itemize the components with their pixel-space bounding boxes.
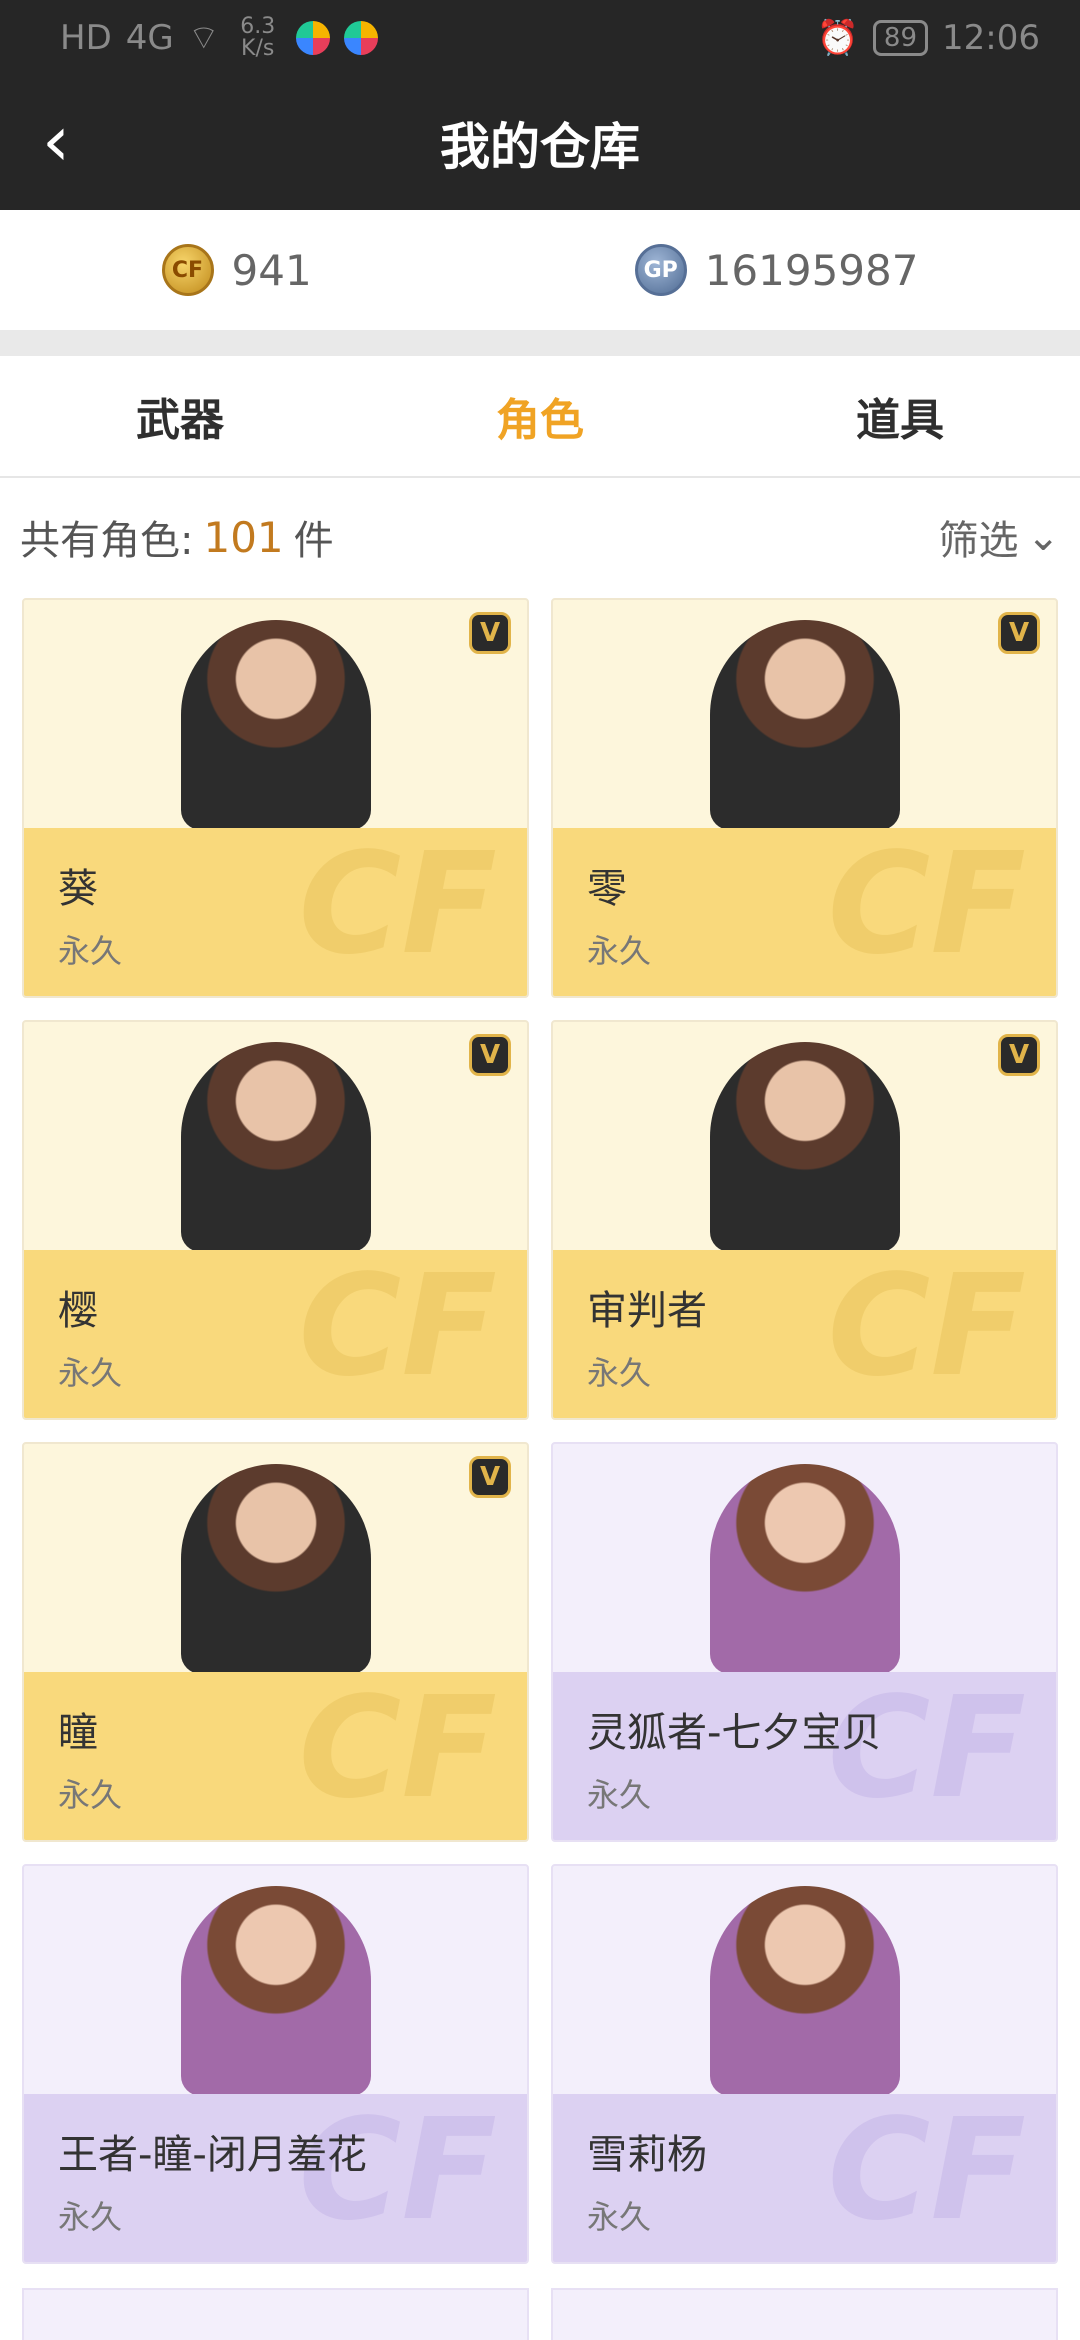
vip-badge-icon: V	[469, 1456, 511, 1498]
character-name: 零	[587, 866, 627, 912]
character-name: 王者-瞳-闭月羞花	[58, 2132, 367, 2178]
character-portrait	[24, 1022, 527, 1252]
filter-label: 筛选	[938, 518, 1019, 564]
summary-row: 共有角色: 101 件 筛选 ⌄	[0, 478, 1080, 596]
character-card[interactable]: CF 灵狐者-七夕宝贝 永久	[551, 1442, 1058, 1842]
character-duration: 永久	[58, 1776, 123, 1814]
vip-badge-icon: V	[469, 612, 511, 654]
character-name: 雪莉杨	[587, 2132, 707, 2178]
alarm-icon: ⏰	[816, 17, 859, 58]
character-image	[180, 1464, 371, 1674]
total-count: 共有角色: 101 件	[20, 508, 334, 566]
filter-button[interactable]: 筛选 ⌄	[938, 508, 1060, 566]
tab-characters[interactable]: 角色	[360, 356, 720, 476]
character-card[interactable]: V CF 瞳 永久	[22, 1442, 529, 1842]
character-portrait	[553, 1866, 1056, 2096]
character-name: 审判者	[587, 1288, 707, 1334]
wifi-icon: ⌔	[187, 18, 220, 58]
page-title: 我的仓库	[440, 117, 640, 176]
character-portrait	[24, 1866, 527, 2096]
character-duration: 永久	[58, 932, 123, 970]
card-info: CF 葵 永久	[24, 823, 527, 996]
clock: 12:06	[942, 17, 1040, 58]
category-tabs: 武器 角色 道具	[0, 356, 1080, 478]
character-image	[180, 1886, 371, 2096]
character-portrait	[24, 1444, 527, 1674]
cf-points: CF 941	[161, 244, 312, 296]
status-right: ⏰ 89 12:06	[817, 18, 1040, 58]
character-name: 樱	[58, 1288, 98, 1334]
character-card[interactable]: V CF 零 永久	[551, 598, 1058, 998]
chevron-down-icon: ⌄	[1026, 514, 1060, 560]
character-portrait	[553, 1022, 1056, 1252]
battery-indicator: 89	[872, 19, 929, 56]
gp-points: GP 16195987	[634, 244, 919, 296]
character-card[interactable]: V CF 樱 永久	[22, 1020, 529, 1420]
character-duration: 永久	[587, 1776, 652, 1814]
section-divider	[0, 330, 1080, 356]
vip-badge-icon: V	[469, 1034, 511, 1076]
gp-coin-icon: GP	[634, 244, 687, 296]
character-grid: V CF 葵 永久 V CF 零 永久 V CF 樱 永久 V CF 审判者 永…	[22, 598, 1058, 2264]
cf-coin-icon: CF	[161, 244, 214, 296]
character-image	[709, 1042, 900, 1252]
cf-points-value: 941	[231, 245, 312, 295]
vip-badge-icon: V	[998, 612, 1040, 654]
character-name: 灵狐者-七夕宝贝	[587, 1710, 882, 1756]
currency-bar: CF 941 GP 16195987	[0, 210, 1080, 330]
character-portrait	[553, 600, 1056, 830]
character-duration: 永久	[587, 1354, 652, 1392]
gp-value: 16195987	[704, 245, 919, 295]
character-image	[709, 620, 900, 830]
app-notification-icon	[295, 20, 330, 55]
character-image	[709, 1464, 900, 1674]
signal-icon: 4G	[125, 17, 174, 58]
character-image	[709, 1886, 900, 2096]
tab-weapons[interactable]: 武器	[0, 356, 360, 476]
tab-items[interactable]: 道具	[720, 356, 1080, 476]
character-image	[180, 620, 371, 830]
total-unit: 件	[293, 518, 334, 564]
character-duration: 永久	[587, 2198, 652, 2236]
character-image	[180, 1042, 371, 1252]
app-header: ‹ 我的仓库	[0, 75, 1080, 210]
character-card[interactable]: CF 王者-瞳-闭月羞花 永久	[22, 1864, 529, 2264]
character-portrait	[553, 1444, 1056, 1674]
character-card[interactable]: V CF 审判者 永久	[551, 1020, 1058, 1420]
hd-indicator: HD	[60, 17, 112, 58]
card-info: CF 零 永久	[553, 823, 1056, 996]
back-arrow-icon[interactable]: ‹	[42, 106, 102, 176]
total-number: 101	[203, 512, 284, 562]
character-card[interactable]: V CF 葵 永久	[22, 598, 529, 998]
card-info: CF 灵狐者-七夕宝贝 永久	[553, 1667, 1056, 1840]
card-info: CF 雪莉杨 永久	[553, 2089, 1056, 2262]
character-card[interactable]: CF 雪莉杨 永久	[551, 1864, 1058, 2264]
character-card-partial[interactable]	[22, 2288, 529, 2340]
status-bar: HD 4G ⌔ 6.3 K/s ⏰ 89 12:06	[0, 0, 1080, 75]
status-left: HD 4G ⌔ 6.3 K/s	[60, 13, 378, 61]
character-card-partial[interactable]	[551, 2288, 1058, 2340]
character-duration: 永久	[58, 1354, 123, 1392]
card-info: CF 审判者 永久	[553, 1245, 1056, 1418]
card-info: CF 王者-瞳-闭月羞花 永久	[24, 2089, 527, 2262]
app-notification-icon-2	[343, 20, 378, 55]
character-duration: 永久	[587, 932, 652, 970]
vip-badge-icon: V	[998, 1034, 1040, 1076]
character-portrait	[24, 600, 527, 830]
total-prefix: 共有角色:	[20, 518, 194, 564]
card-info: CF 樱 永久	[24, 1245, 527, 1418]
character-name: 葵	[58, 866, 98, 912]
character-name: 瞳	[58, 1710, 98, 1756]
card-info: CF 瞳 永久	[24, 1667, 527, 1840]
network-speed: 6.3 K/s	[240, 13, 276, 61]
character-duration: 永久	[58, 2198, 123, 2236]
